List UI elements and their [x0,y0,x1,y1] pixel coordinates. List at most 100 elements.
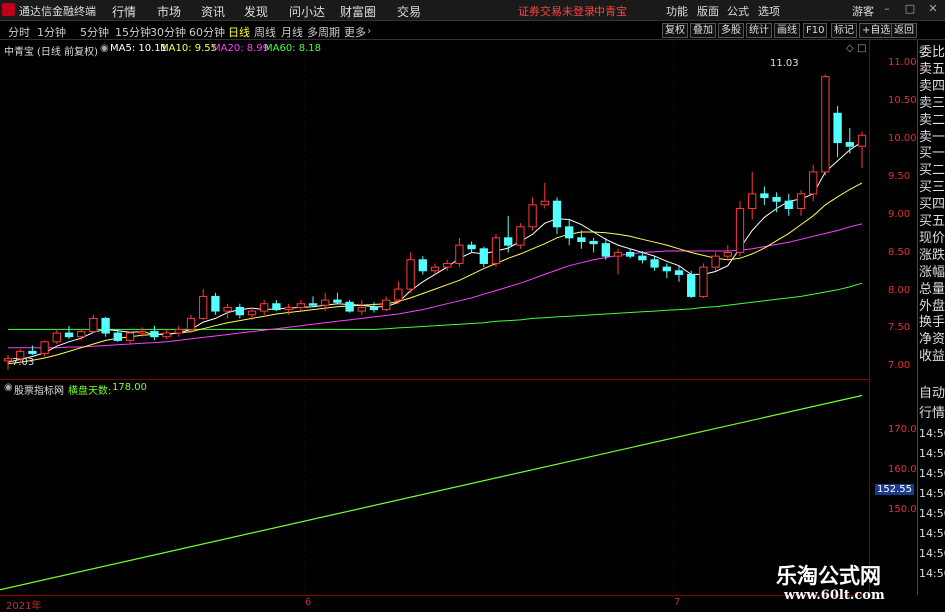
candle [296,300,305,312]
quote-field-label: 现价 [919,230,945,246]
candle [64,325,74,339]
candle-body [125,332,135,341]
trade-time: 14:50 [919,427,945,440]
price-tick: 11.00 [888,57,917,68]
candle [52,329,61,345]
candle [3,355,13,370]
candle [772,192,781,213]
candle [369,302,379,313]
menu-quotes[interactable]: 行情 [112,3,136,20]
candle-body [138,331,147,334]
candle-body [357,306,366,312]
candle [479,246,488,268]
menu-wealth-circle[interactable]: 财富圈 [340,3,376,20]
candle [174,325,183,337]
period-multi[interactable]: 多周期 [307,24,340,40]
candle [723,245,732,260]
candle [845,127,854,154]
trade-time: 14:50 [919,447,945,460]
menu-market[interactable]: 市场 [157,3,181,20]
period-weekly[interactable]: 周线 [254,24,276,40]
menu-trade[interactable]: 交易 [397,3,421,20]
candle-body [699,266,708,297]
add-watchlist-button[interactable]: +自选 [859,23,894,38]
menu-function[interactable]: 功能 [666,3,688,19]
candle-body [174,328,183,334]
candle [406,252,415,293]
price-tick: 8.00 [888,285,911,296]
indicator-tick: 150.0 [888,504,917,515]
candle-body [796,193,806,210]
close-icon[interactable]: ✕ [926,2,940,16]
quote-field-label: 买五 [919,214,945,229]
candle-body [467,244,476,250]
statistics-button[interactable]: 统计 [746,23,772,38]
menu-ask-xiaoda[interactable]: 问小达 [289,3,325,20]
candle [565,219,574,246]
candle-body [577,237,586,242]
draw-line-button[interactable]: 画线 [774,23,800,38]
period-30min[interactable]: 30分钟 [150,24,186,40]
price-tick: 7.00 [888,360,911,371]
candle-body [382,299,391,311]
overlay-button[interactable]: 叠加 [690,23,716,38]
multi-stock-button[interactable]: 多股 [718,23,744,38]
menu-layout[interactable]: 版面 [697,3,719,19]
adjust-button[interactable]: 复权 [662,23,688,38]
period-monthly[interactable]: 月线 [281,24,303,40]
menu-bar: 通达信金融终端 行情 市场 资讯 发现 问小达 财富圈 交易 证券交易未登录 中… [0,0,945,21]
candle-body [52,332,61,343]
candle [199,289,208,320]
price-tick: 7.50 [888,322,911,333]
candle-body [833,112,842,144]
menu-options[interactable]: 选项 [758,3,780,19]
period-1min[interactable]: 1分钟 [37,24,66,40]
price-tick: 9.00 [888,209,911,220]
quote-field-label: 卖三 [919,95,945,111]
period-60min[interactable]: 60分钟 [189,24,225,40]
indicator-series-value: 178.00 [112,382,147,393]
quote-field-label: 总量 [919,281,945,297]
high-price-marker: 11.03 [770,58,799,69]
candle-body [516,226,525,246]
candle-body [162,332,171,338]
price-tick: 10.50 [888,95,917,106]
login-notice[interactable]: 证券交易未登录 [518,3,595,19]
candle-body [784,200,793,210]
period-daily[interactable]: 日线 [228,24,250,40]
candle [748,171,757,220]
price-chart[interactable] [0,40,870,595]
candle [382,296,391,312]
period-5min[interactable]: 5分钟 [80,24,109,40]
guest-user[interactable]: 游客 [852,3,874,19]
indicator-icon[interactable]: ◉ [4,382,13,393]
menu-formula[interactable]: 公式 [727,3,749,19]
low-price-marker: 7.03 [12,357,35,368]
period-intraday[interactable]: 分时 [8,24,30,40]
more-arrow-icon[interactable]: › [367,24,371,37]
candle-body [77,331,86,338]
candle-body [272,303,281,311]
quote-field-label: 涨跌 [919,247,945,263]
candle-body [626,251,635,257]
mark-button[interactable]: 标记 [831,23,857,38]
candle-body [760,193,769,199]
quote-field-label: 涨幅 [919,264,945,280]
period-more[interactable]: 更多 [344,24,366,40]
menu-news[interactable]: 资讯 [201,3,225,20]
menu-discover[interactable]: 发现 [244,3,268,20]
indicator-current-value: 152.55 [875,484,914,495]
candle-body [28,350,37,355]
candle-body [845,142,854,147]
candle [601,237,610,260]
candle [89,314,98,334]
period-15min[interactable]: 15分钟 [115,24,151,40]
f10-button[interactable]: F10 [803,23,828,38]
back-button[interactable]: 返回 [891,23,917,38]
minimize-icon[interactable]: – [880,2,894,16]
candle-body [638,255,647,261]
maximize-icon[interactable]: □ [903,2,917,16]
indicator-tick: 170.0 [888,424,917,435]
candle [687,270,696,298]
candle [784,193,793,216]
